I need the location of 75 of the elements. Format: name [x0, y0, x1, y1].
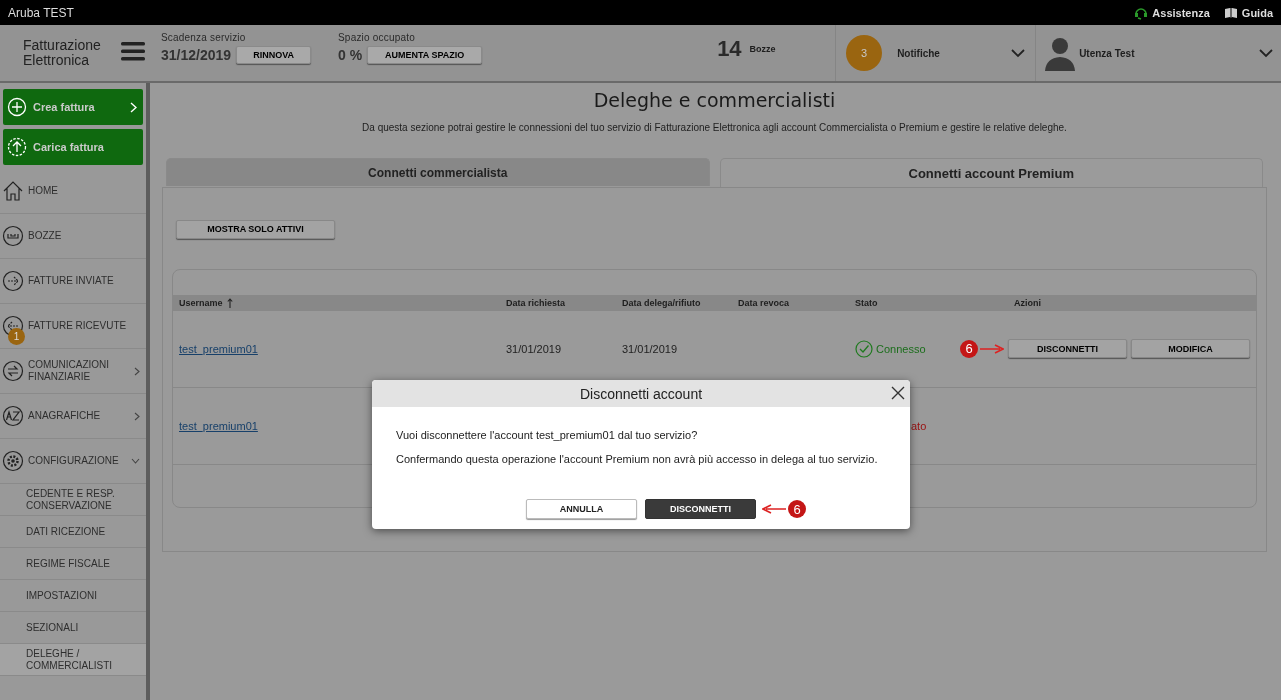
sidebar-subitem[interactable]: DATI RICEZIONE [0, 516, 146, 548]
arrow-right-circle-icon [2, 270, 24, 292]
notification-badge: 3 [846, 35, 883, 71]
step-badge: 6 [788, 500, 806, 518]
field-label: Scadenza servizio [161, 32, 247, 43]
dialog-message: Confermando questa operazione l'account Premium non avrà più accesso in delega al tuo servizio. [396, 453, 879, 465]
header-button[interactable]: RINNOVA [236, 46, 312, 64]
sidebar-subitem[interactable]: REGIME FISCALE [0, 548, 146, 580]
sidebar-item[interactable]: BOZZE [0, 214, 146, 259]
field-label: Spazio occupato [338, 32, 416, 43]
column-header[interactable]: Azioni [1008, 294, 1256, 311]
sidebar-item[interactable]: CONFIGURAZIONE [0, 439, 146, 484]
notifications-menu[interactable]: 3 Notifiche [835, 25, 1036, 81]
draft-count: 14 [717, 36, 742, 62]
sidebar-action-button[interactable]: Crea fattura [3, 89, 143, 125]
book-icon [1223, 5, 1238, 20]
logo-text: Fatturazione Elettronica [23, 38, 102, 70]
page-description: Da questa sezione potrai gestire le connessioni del tuo servizio di Fatturazione Elettronica agli account Commercialista o Premium e gestire le relative deleghe. [361, 122, 1068, 133]
draft-label: Bozze [749, 44, 776, 54]
count-badge: 1 [8, 328, 25, 345]
az-circle-icon [2, 405, 24, 427]
app-title: Aruba TEST [8, 5, 74, 20]
field-value: 31/12/2019 [161, 47, 232, 63]
column-header[interactable]: Stato [849, 294, 1008, 311]
user-menu[interactable]: Utenza Test [1035, 25, 1281, 81]
headset-icon [1134, 5, 1149, 20]
check-circle-icon [855, 339, 873, 358]
column-header[interactable]: Data revoca [732, 294, 849, 311]
column-header[interactable]: Username [173, 294, 500, 311]
username-link[interactable]: test_premium01 [179, 419, 258, 432]
step-badge: 6 [960, 339, 978, 358]
header-button[interactable]: AUMENTA SPAZIO [367, 46, 483, 64]
action-button[interactable]: MODIFICA [1131, 339, 1250, 358]
sidebar-subitem[interactable]: IMPOSTAZIONI [0, 580, 146, 612]
chevron-down-icon [1259, 48, 1273, 58]
tab[interactable]: Connetti commercialista [166, 158, 710, 186]
arrow-icon [762, 504, 786, 514]
sidebar-item[interactable]: HOME [0, 169, 146, 214]
tab[interactable]: Connetti account Premium [719, 158, 1263, 187]
column-header[interactable]: Data delega/rifiuto [616, 294, 732, 311]
exchange-circle-icon [2, 360, 24, 382]
dialog-title: Disconnetti account [579, 385, 703, 402]
header-link[interactable]: Guida [1223, 5, 1273, 20]
sidebar-item[interactable]: FATTURE INVIATE [0, 259, 146, 304]
column-header[interactable]: Data richiesta [500, 294, 616, 311]
sidebar-item[interactable]: FATTURE RICEVUTE 1 [0, 304, 146, 349]
filter-button[interactable]: MOSTRA SOLO ATTIVI [176, 219, 335, 239]
username-link[interactable]: test_premium01 [179, 342, 258, 355]
field-value: 0 % [338, 47, 363, 63]
dialog-message: Vuoi disconnettere l'account test_premium01 dal tuo servizio? [396, 429, 699, 441]
sidebar-subitem[interactable]: CEDENTE E RESP. CONSERVAZIONE [0, 484, 146, 516]
house-icon [2, 180, 24, 202]
page-title: Deleghe e commercialisti [592, 89, 837, 111]
action-button[interactable]: DISCONNETTI [1008, 339, 1127, 358]
arrow-icon [980, 343, 1004, 354]
tray-icon [2, 225, 24, 247]
header-link[interactable]: Assistenza [1134, 5, 1210, 20]
dialog-button[interactable]: DISCONNETTI [645, 499, 756, 519]
status-label: ato [911, 419, 927, 432]
plus-circle-icon [7, 97, 27, 117]
upload-circle-icon [7, 137, 27, 157]
sidebar-subitem[interactable]: DELEGHE / COMMERCIALISTI [0, 644, 146, 676]
notifications-label: Notifiche [897, 47, 941, 59]
chevron-right-icon [130, 101, 137, 113]
sidebar-action-button[interactable]: Carica fattura [3, 129, 143, 165]
menu-icon [121, 41, 145, 61]
gear-icon [2, 450, 24, 472]
dialog-button[interactable]: ANNULLA [526, 499, 637, 519]
chevron-down-icon [1011, 48, 1026, 58]
sidebar-item[interactable]: ANAGRAFICHE [0, 394, 146, 439]
sidebar-item[interactable]: COMUNICAZIONI FINANZIARIE [0, 349, 146, 394]
user-avatar-icon [1044, 35, 1077, 71]
user-name: Utenza Test [1079, 47, 1136, 59]
close-button[interactable] [889, 384, 907, 402]
status-label: Connesso [855, 339, 926, 358]
